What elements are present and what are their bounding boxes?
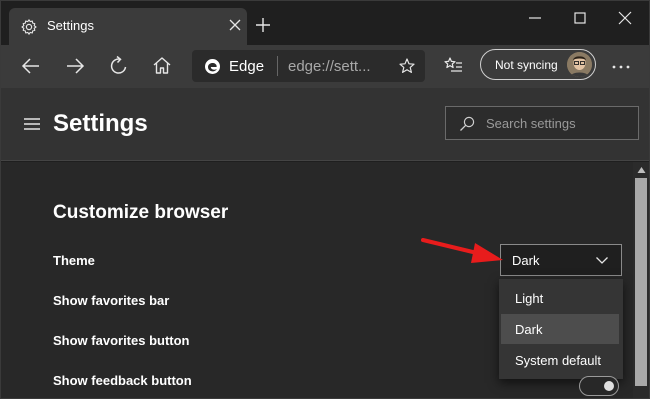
feedback-button-label: Show feedback button [53,373,192,388]
feedback-button-toggle[interactable] [579,376,619,396]
theme-select[interactable]: Dark [500,244,622,276]
favorites-bar-label: Show favorites bar [53,293,170,308]
search-icon [460,116,475,131]
chevron-down-icon [596,257,608,264]
favorites-button-label: Show favorites button [53,333,190,348]
browser-window: Settings Edge edge://sett... Not syncing… [0,0,650,399]
toggle-knob [604,381,614,391]
more-options-icon[interactable] [609,57,633,77]
menu-icon[interactable] [23,116,41,132]
theme-option-label: Dark [515,322,543,337]
new-tab-icon[interactable] [254,16,272,34]
scrollbar-thumb[interactable] [635,178,647,386]
address-bar[interactable]: Edge edge://sett... [192,50,425,82]
back-arrow-icon[interactable] [19,54,43,78]
theme-option-dark[interactable]: Dark [501,314,619,344]
page-title: Settings [53,110,148,137]
tab-settings[interactable]: Settings [9,8,247,45]
gear-icon [21,19,37,35]
edge-logo-icon [205,59,220,74]
search-input[interactable] [486,107,634,139]
address-host: Edge [229,58,265,75]
settings-content: Customize browser Theme Show favorites b… [1,162,633,398]
theme-option-light[interactable]: Light [501,283,619,313]
theme-label: Theme [53,253,95,268]
browser-toolbar: Edge edge://sett... Not syncing [1,45,649,88]
favorites-icon[interactable] [442,54,466,78]
theme-option-system-default[interactable]: System default [501,345,619,375]
section-title: Customize browser [53,202,229,223]
profile-photo-icon [567,52,592,77]
tab-title: Settings [47,18,94,33]
forward-arrow-icon[interactable] [63,54,87,78]
refresh-icon[interactable] [107,54,131,78]
theme-option-label: Light [515,291,544,306]
address-divider [277,56,278,76]
sync-profile-button[interactable]: Not syncing [480,49,596,80]
theme-option-label: System default [515,353,601,368]
vertical-scrollbar[interactable] [633,162,649,398]
settings-header: Settings [1,88,649,161]
star-icon[interactable] [398,57,416,75]
maximize-icon[interactable] [570,10,590,26]
tab-strip: Settings [1,1,649,45]
theme-dropdown-menu: Light Dark System default [499,279,623,379]
sync-label: Not syncing [495,58,558,72]
address-url: edge://sett... [288,58,371,75]
home-icon[interactable] [150,54,174,78]
close-window-icon[interactable] [615,10,635,26]
close-icon[interactable] [226,16,244,34]
avatar [567,52,592,77]
scroll-up-arrow-icon[interactable] [637,166,646,174]
search-box[interactable] [445,106,639,140]
red-arrow-icon [421,238,503,263]
theme-select-value: Dark [512,253,540,268]
minimize-icon[interactable] [525,10,545,26]
